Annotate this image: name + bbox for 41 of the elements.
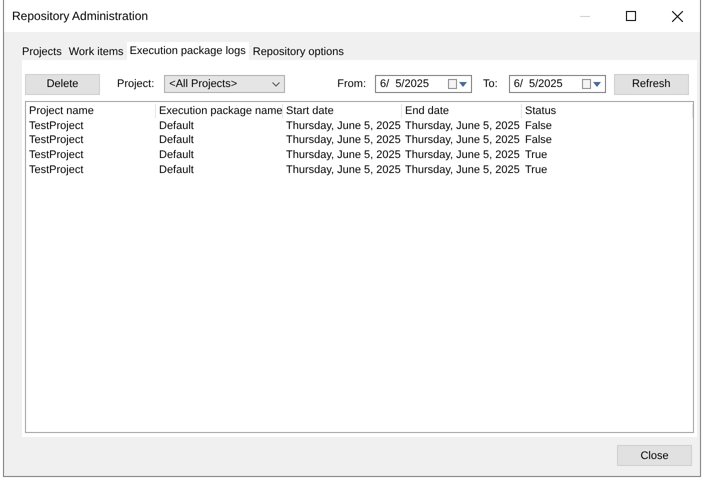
table-cell-text: Thursday, June 5, 2025 [285,164,402,176]
table-cell-text: True [524,149,548,162]
calendar-icon[interactable] [448,79,468,89]
tab[interactable]: Execution package logs [126,42,249,60]
chevron-icon [272,82,280,86]
table-cell-text: False [524,120,553,132]
column-header[interactable]: Execution package name [156,104,283,118]
table-cell-text: Thursday, June 5, 2025 [285,134,402,146]
table-cell-text: Default [158,134,195,146]
refresh-button[interactable]: Refresh [614,74,689,94]
table-cell-text: Thursday, June 5, 2025 [404,149,521,162]
maximize-icon [626,11,636,21]
table-cell-text: TestProject [28,120,84,132]
to-date-field[interactable]: 6/ 5/2025 [508,75,606,93]
table-cell-text: True [524,164,548,176]
table-cell-text: TestProject [28,149,84,162]
table-cell-text: Default [158,120,195,132]
delete-button[interactable]: Delete [25,74,100,94]
close-dialog-button[interactable]: Close [617,445,692,466]
from-label: From: [337,78,366,90]
project-dropdown[interactable]: <All Projects> [164,75,286,93]
window-title: Repository Administration [12,9,150,23]
table-cell-text: TestProject [28,134,84,146]
table-cell-text: Default [158,164,195,176]
column-header[interactable]: End date [402,104,522,118]
column-header[interactable]: Status [522,104,693,118]
table-cell-text: Thursday, June 5, 2025 [404,120,521,132]
project-label: Project: [117,78,154,90]
table-cell-text: Default [158,149,195,162]
table-cell-text: Thursday, June 5, 2025 [285,120,402,132]
table-cell-text: TestProject [28,164,84,176]
table-cell-text: False [524,134,553,146]
column-header[interactable]: Project name [26,104,156,118]
table-cell-text: Thursday, June 5, 2025 [285,149,402,162]
to-label: To: [483,78,498,90]
column-header[interactable]: Start date [283,104,402,118]
table-cell-text: Thursday, June 5, 2025 [404,134,521,146]
table-cell-text: Thursday, June 5, 2025 [404,164,521,176]
calendar-icon[interactable] [582,79,601,89]
from-date-field[interactable]: 6/ 5/2025 [375,75,472,93]
close-icon [672,10,682,22]
